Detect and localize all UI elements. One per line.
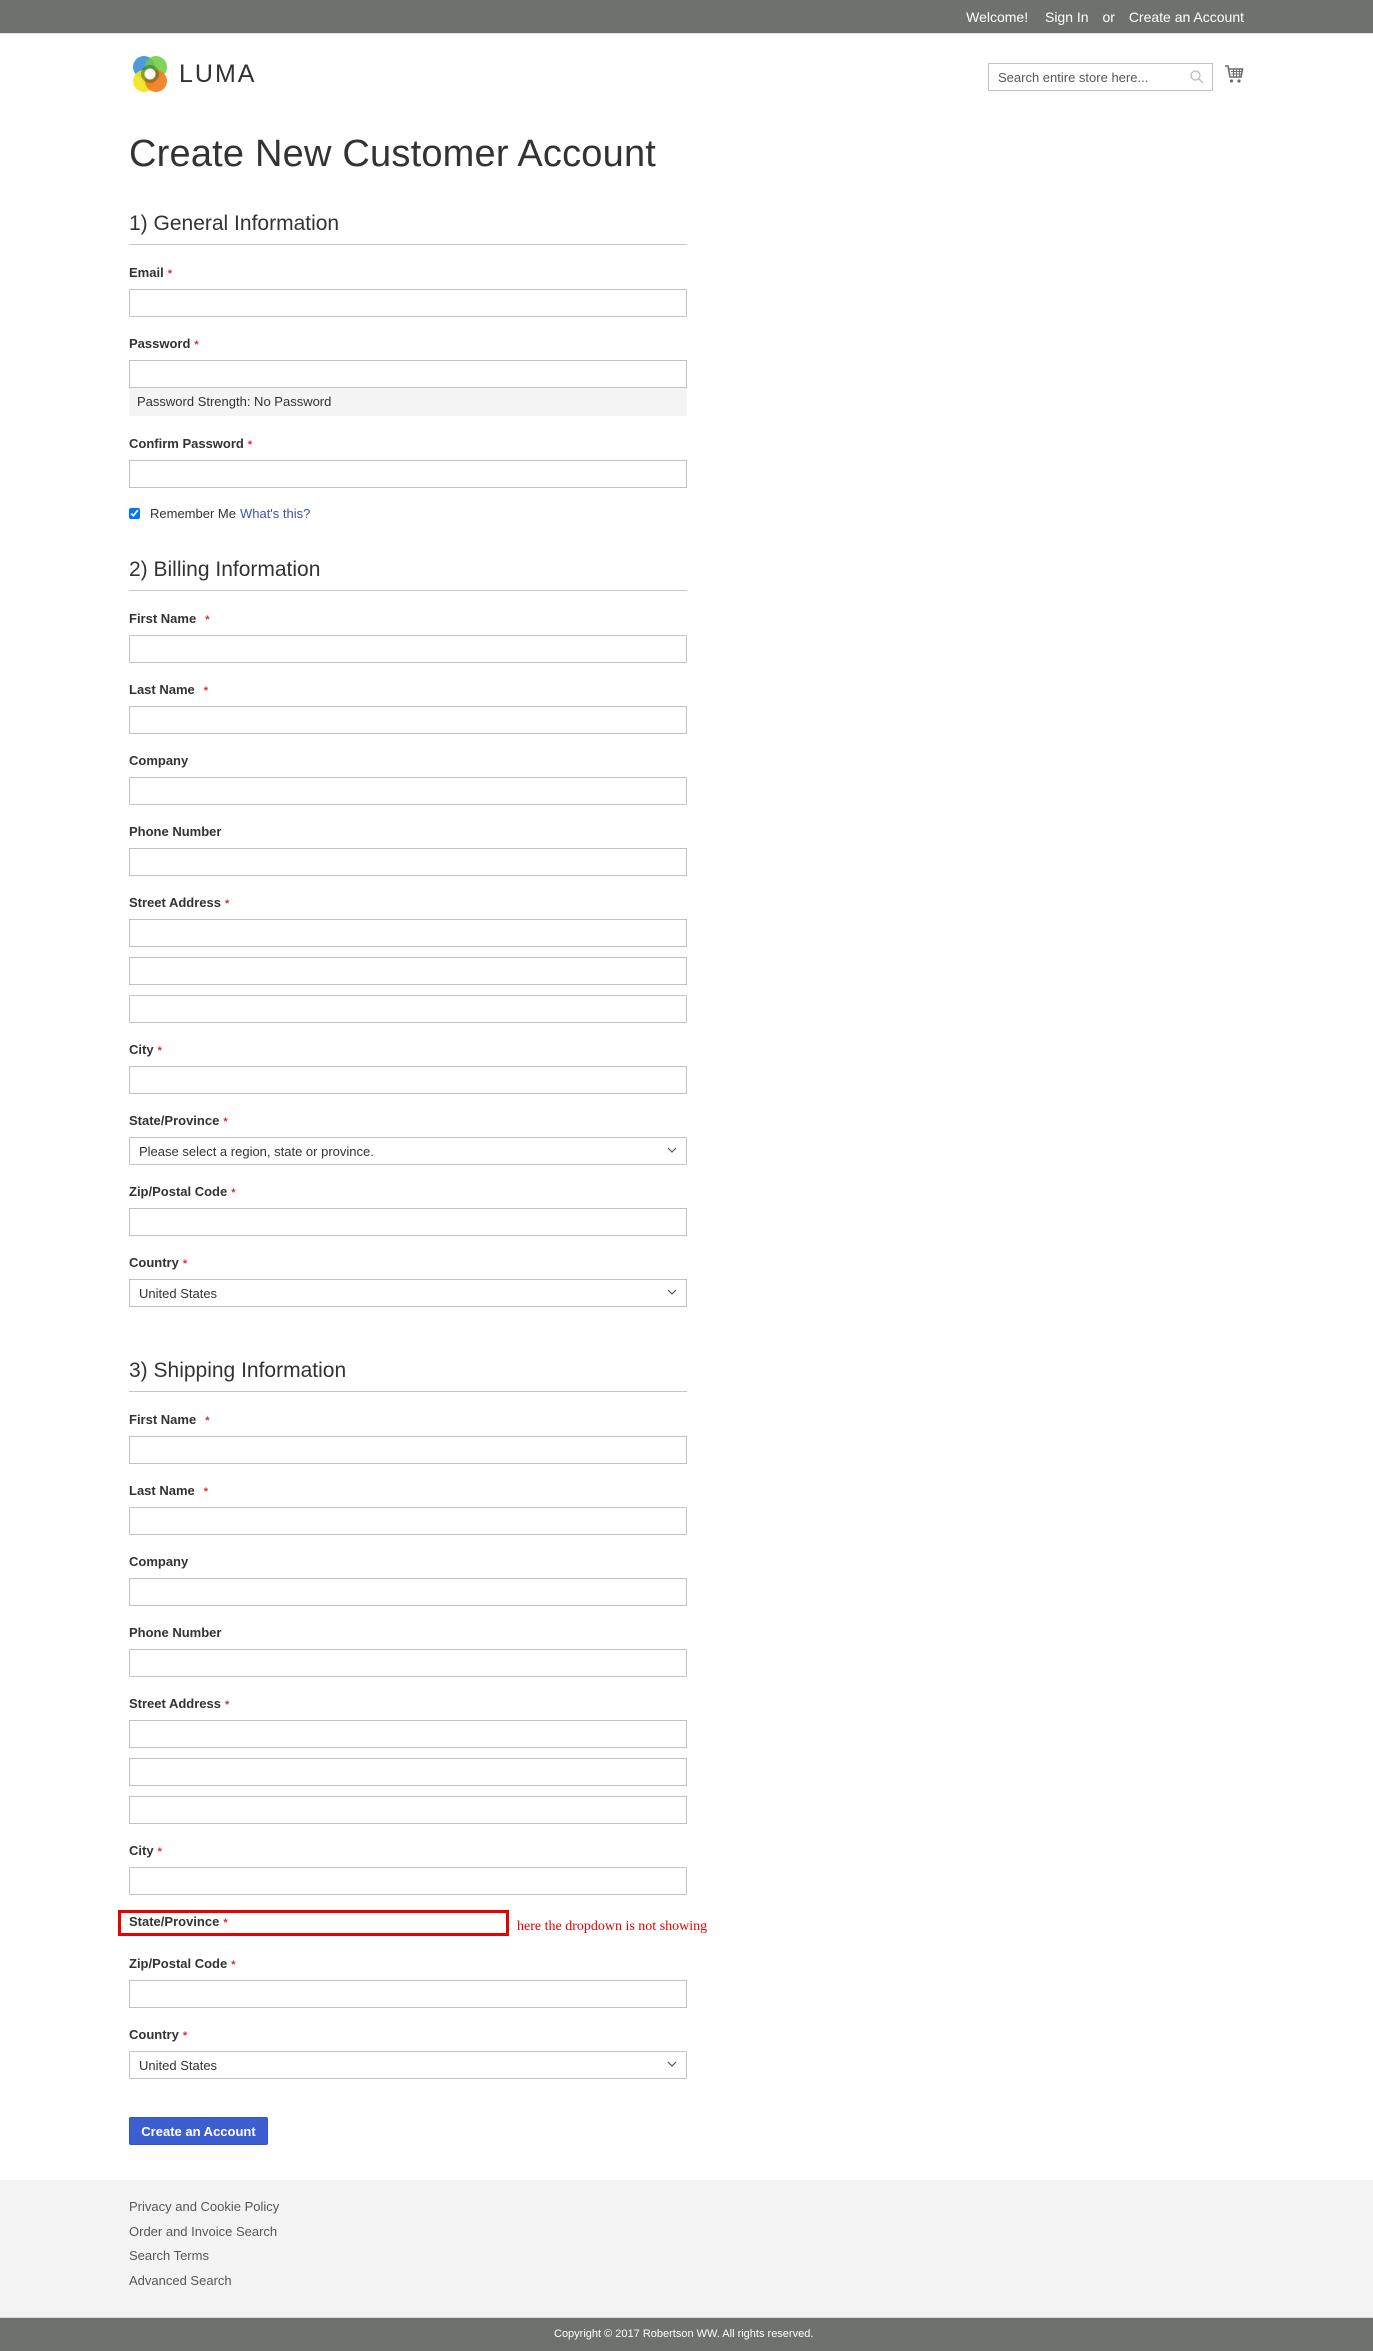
shipping-last-name-label: Last Name * bbox=[129, 1483, 209, 1498]
search-icon[interactable] bbox=[1189, 69, 1205, 85]
billing-street-label: Street Address * bbox=[129, 895, 230, 910]
annotation-highlight-box bbox=[118, 1910, 509, 1936]
billing-zip-label: Zip/Postal Code * bbox=[129, 1184, 236, 1199]
password-label: Password * bbox=[129, 336, 199, 351]
billing-company-label: Company bbox=[129, 753, 189, 768]
billing-state-label: State/Province * bbox=[129, 1113, 228, 1128]
section-title-billing: 2) Billing Information bbox=[129, 558, 687, 591]
logo-text: LUMA bbox=[179, 59, 257, 88]
billing-street-line-2[interactable] bbox=[129, 957, 687, 985]
search-box bbox=[988, 63, 1213, 91]
footer-link-privacy[interactable]: Privacy and Cookie Policy bbox=[129, 2198, 279, 2223]
footer-link-search-terms[interactable]: Search Terms bbox=[129, 2247, 279, 2272]
logo[interactable]: LUMA bbox=[129, 52, 259, 96]
password-strength-meter: Password Strength: No Password bbox=[129, 388, 687, 416]
section-title-general: 1) General Information bbox=[129, 212, 687, 245]
luma-logo-icon bbox=[133, 56, 167, 92]
chevron-down-icon bbox=[667, 1289, 677, 1295]
billing-first-name-label: First Name * bbox=[129, 611, 210, 626]
billing-country-selected: United States bbox=[139, 1286, 218, 1301]
billing-country-select[interactable]: United States bbox=[129, 1279, 687, 1307]
confirm-password-field[interactable] bbox=[129, 460, 687, 488]
shipping-country-select[interactable]: United States bbox=[129, 2051, 687, 2079]
billing-zip-field[interactable] bbox=[129, 1208, 687, 1236]
create-account-link[interactable]: Create an Account bbox=[1129, 9, 1244, 25]
billing-state-selected: Please select a region, state or provinc… bbox=[139, 1144, 374, 1159]
shipping-street-label: Street Address * bbox=[129, 1696, 230, 1711]
chevron-down-icon bbox=[667, 2061, 677, 2067]
whats-this-link[interactable]: What's this? bbox=[240, 506, 310, 521]
or-text: or bbox=[1102, 9, 1115, 25]
footer-link-advanced-search[interactable]: Advanced Search bbox=[129, 2272, 279, 2297]
shipping-street-line-1[interactable] bbox=[129, 1720, 687, 1748]
billing-company-field[interactable] bbox=[129, 777, 687, 805]
remember-me-checkbox[interactable] bbox=[129, 508, 140, 519]
billing-street-line-3[interactable] bbox=[129, 995, 687, 1023]
remember-me: Remember Me What's this? bbox=[129, 506, 310, 521]
sign-in-link[interactable]: Sign In bbox=[1045, 9, 1089, 25]
shipping-city-label: City * bbox=[129, 1843, 162, 1858]
annotation-text: here the dropdown is not showing bbox=[517, 1919, 708, 1934]
copyright-bar: Copyright © 2017 Robertson WW. All right… bbox=[0, 2317, 1373, 2351]
billing-state-select[interactable]: Please select a region, state or provinc… bbox=[129, 1137, 687, 1165]
password-field[interactable] bbox=[129, 360, 687, 388]
shipping-zip-label: Zip/Postal Code * bbox=[129, 1956, 236, 1971]
confirm-password-label: Confirm Password * bbox=[129, 436, 253, 451]
billing-country-label: Country * bbox=[129, 1255, 188, 1270]
billing-last-name-field[interactable] bbox=[129, 706, 687, 734]
billing-last-name-label: Last Name * bbox=[129, 682, 209, 697]
email-field[interactable] bbox=[129, 289, 687, 317]
shipping-phone-field[interactable] bbox=[129, 1649, 687, 1677]
welcome-text: Welcome! bbox=[966, 9, 1029, 25]
shipping-country-selected: United States bbox=[139, 2058, 218, 2073]
section-title-shipping: 3) Shipping Information bbox=[129, 1359, 687, 1392]
footer-links: Privacy and Cookie Policy Order and Invo… bbox=[129, 2198, 279, 2296]
shipping-last-name-field[interactable] bbox=[129, 1507, 687, 1535]
top-bar: Welcome! Sign In or Create an Account bbox=[0, 0, 1373, 34]
billing-first-name-field[interactable] bbox=[129, 635, 687, 663]
shipping-country-label: Country * bbox=[129, 2027, 188, 2042]
footer-link-order-search[interactable]: Order and Invoice Search bbox=[129, 2223, 279, 2248]
search-input[interactable] bbox=[989, 64, 1179, 90]
cart-icon[interactable] bbox=[1224, 64, 1244, 86]
chevron-down-icon bbox=[667, 1147, 677, 1153]
billing-phone-field[interactable] bbox=[129, 848, 687, 876]
billing-street-line-1[interactable] bbox=[129, 919, 687, 947]
remember-me-label: Remember Me bbox=[150, 506, 236, 521]
billing-city-label: City * bbox=[129, 1042, 162, 1057]
shipping-phone-label: Phone Number bbox=[129, 1625, 222, 1640]
shipping-first-name-label: First Name * bbox=[129, 1412, 210, 1427]
copyright-text: Copyright © 2017 Robertson WW. All right… bbox=[554, 2328, 814, 2340]
header-links: Welcome! Sign In or Create an Account bbox=[956, 9, 1244, 25]
shipping-zip-field[interactable] bbox=[129, 1980, 687, 2008]
shipping-company-label: Company bbox=[129, 1554, 189, 1569]
email-label: Email * bbox=[129, 265, 172, 280]
page-title: Create New Customer Account bbox=[129, 133, 657, 175]
billing-phone-label: Phone Number bbox=[129, 824, 222, 839]
shipping-city-field[interactable] bbox=[129, 1867, 687, 1895]
footer: Privacy and Cookie Policy Order and Invo… bbox=[0, 2180, 1373, 2317]
shipping-first-name-field[interactable] bbox=[129, 1436, 687, 1464]
billing-city-field[interactable] bbox=[129, 1066, 687, 1094]
shipping-company-field[interactable] bbox=[129, 1578, 687, 1606]
shipping-street-line-3[interactable] bbox=[129, 1796, 687, 1824]
create-account-button[interactable]: Create an Account bbox=[129, 2117, 268, 2145]
shipping-street-line-2[interactable] bbox=[129, 1758, 687, 1786]
